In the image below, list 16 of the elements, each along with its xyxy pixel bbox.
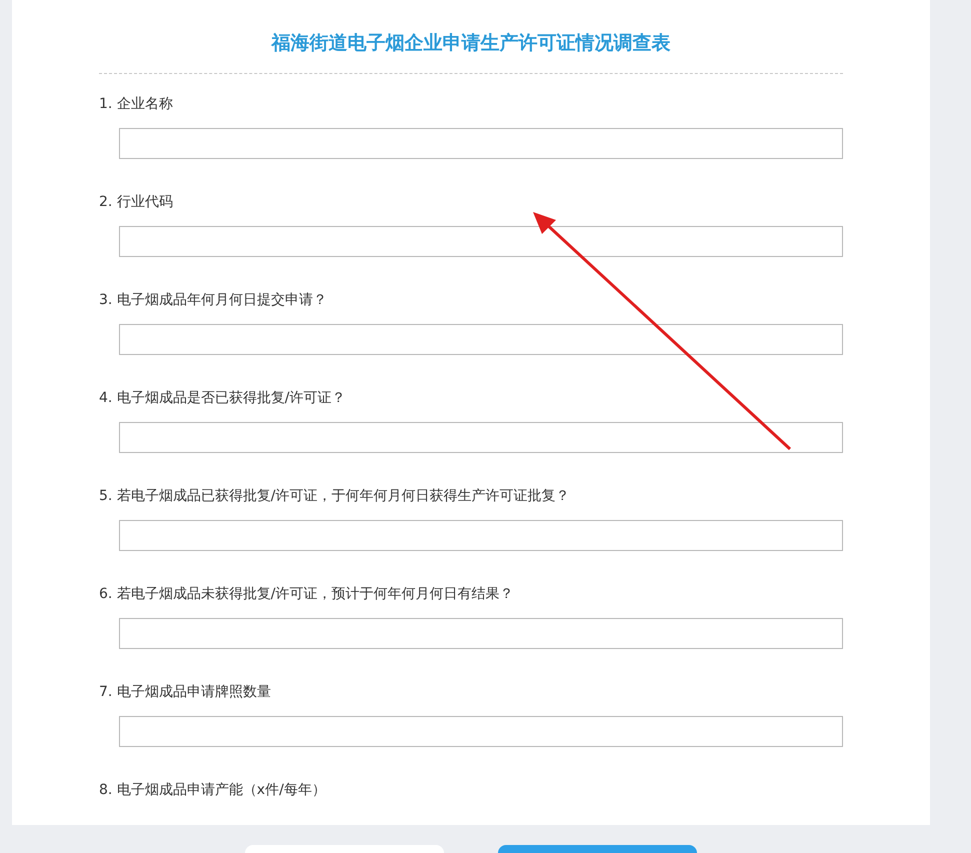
input-field[interactable]	[119, 128, 843, 159]
question-label: 4. 电子烟成品是否已获得批复/许可证？	[99, 389, 347, 408]
question-label: 5. 若电子烟成品已获得批复/许可证，于何年何月何日获得生产许可证批复？	[99, 487, 571, 506]
question-label: 2. 行业代码	[99, 193, 174, 212]
input-field[interactable]	[119, 618, 843, 649]
input-field[interactable]	[119, 422, 843, 453]
question-label: 1. 企业名称	[99, 95, 174, 114]
question-label: 6. 若电子烟成品未获得批复/许可证，预计于何年何月何日有结果？	[99, 585, 515, 604]
question-label: 7. 电子烟成品申请牌照数量	[99, 683, 272, 702]
question-label: 8. 电子烟成品申请产能（x件/每年）	[99, 781, 327, 800]
input-field[interactable]	[119, 324, 843, 355]
question-label: 3. 电子烟成品年何月何日提交申请？	[99, 291, 328, 310]
form-title: 福海街道电子烟企业申请生产许可证情况调查表	[270, 31, 672, 56]
input-field[interactable]	[119, 520, 843, 551]
input-field[interactable]	[119, 226, 843, 257]
input-field[interactable]	[119, 716, 843, 747]
